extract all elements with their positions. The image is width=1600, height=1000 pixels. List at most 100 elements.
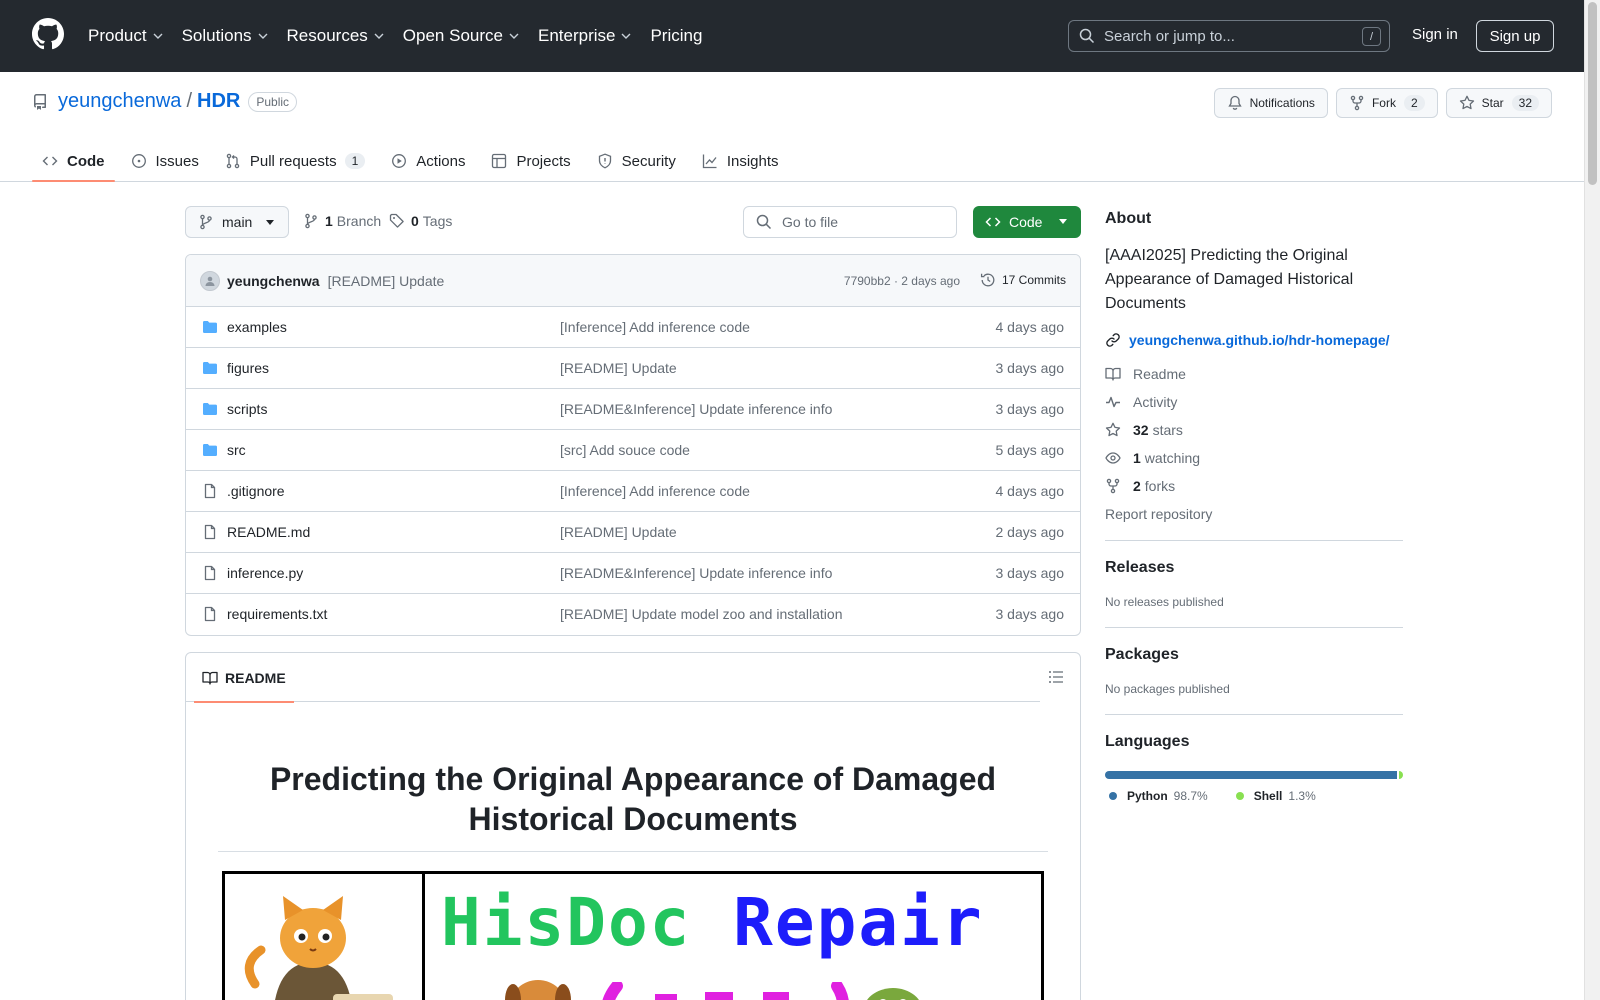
visibility-badge: Public — [248, 91, 298, 112]
file-type-icon — [202, 606, 218, 622]
book-icon — [202, 671, 218, 685]
packages-empty-text: No packages published — [1105, 682, 1230, 696]
nav-open-source[interactable]: Open Source — [403, 26, 520, 46]
file-row[interactable]: scripts [README&Inference] Update inferen… — [186, 389, 1080, 430]
branch-selector[interactable]: main — [185, 206, 289, 238]
language-python[interactable]: Python 98.7% — [1105, 789, 1208, 803]
file-name[interactable]: inference.py — [227, 565, 303, 581]
page-scrollbar[interactable] — [1584, 0, 1600, 1000]
fork-label: Fork — [1371, 96, 1396, 110]
nav-label: Pricing — [650, 26, 703, 45]
file-commit-message[interactable]: [README&Inference] Update inference info — [560, 565, 832, 581]
file-row[interactable]: src [src] Add souce code 5 days ago — [186, 430, 1080, 471]
branches-link[interactable]: 1 Branch — [303, 213, 381, 229]
nav-product[interactable]: Product — [88, 26, 164, 46]
code-dropdown-button[interactable]: Code — [973, 206, 1081, 238]
file-row[interactable]: figures [README] Update 3 days ago — [186, 348, 1080, 389]
activity-link[interactable]: Activity — [1105, 394, 1403, 410]
file-commit-date: 5 days ago — [995, 442, 1065, 458]
file-name[interactable]: scripts — [227, 401, 267, 417]
tab-issues[interactable]: Issues — [121, 140, 209, 182]
file-commit-message[interactable]: [Inference] Add inference code — [560, 319, 750, 335]
avatar[interactable] — [200, 270, 220, 291]
nav-resources[interactable]: Resources — [287, 26, 385, 46]
nav-pricing[interactable]: Pricing — [650, 26, 702, 46]
readme-tab[interactable]: README — [194, 653, 294, 703]
file-row[interactable]: .gitignore [Inference] Add inference code… — [186, 471, 1080, 512]
nav-enterprise[interactable]: Enterprise — [538, 26, 632, 46]
tab-projects[interactable]: Projects — [481, 140, 580, 182]
repo-sidebar: About [AAAI2025] Predicting the Original… — [1105, 210, 1403, 803]
repo-owner-link[interactable]: yeungchenwa — [58, 90, 181, 113]
book-icon — [1105, 367, 1121, 381]
scrollbar-thumb[interactable] — [1588, 2, 1597, 185]
commit-hash-date[interactable]: 7790bb2 · 2 days ago — [844, 274, 960, 288]
nav-label: Enterprise — [537, 26, 616, 45]
forks-link[interactable]: 2 forks — [1105, 478, 1403, 494]
tab-pull-requests[interactable]: Pull requests 1 — [215, 140, 375, 182]
file-commit-message[interactable]: [README] Update — [560, 360, 677, 376]
file-type-icon — [202, 360, 218, 376]
star-button[interactable]: Star 32 — [1445, 88, 1552, 118]
file-row[interactable]: requirements.txt [README] Update model zo… — [186, 594, 1080, 635]
sign-in-link[interactable]: Sign in — [1412, 26, 1458, 43]
file-name[interactable]: figures — [227, 360, 269, 376]
watching-link[interactable]: 1 watching — [1105, 450, 1403, 466]
repo-title: yeungchenwa / HDR Public — [32, 90, 298, 113]
file-name[interactable]: requirements.txt — [227, 606, 327, 622]
file-name[interactable]: src — [227, 442, 246, 458]
star-label: Star — [1481, 96, 1504, 110]
repo-icon — [34, 93, 46, 110]
nav-label: Resources — [286, 26, 368, 45]
github-logo-icon[interactable] — [32, 18, 64, 50]
report-repository-link[interactable]: Report repository — [1105, 506, 1403, 522]
tags-link[interactable]: 0 Tags — [389, 213, 452, 229]
banner-title-art: HisDoc Repair — [425, 874, 1041, 1000]
file-commit-message[interactable]: [README&Inference] Update inference info — [560, 401, 832, 417]
file-commit-message[interactable]: [src] Add souce code — [560, 442, 690, 458]
file-name[interactable]: README.md — [227, 524, 310, 540]
repo-tabs: Code Issues Pull requests 1 Actions Proj… — [32, 140, 795, 182]
play-icon — [392, 154, 407, 168]
file-row[interactable]: inference.py [README&Inference] Update in… — [186, 553, 1080, 594]
language-shell[interactable]: Shell 1.3% — [1232, 789, 1316, 803]
sign-up-button[interactable]: Sign up — [1476, 20, 1554, 52]
commit-message[interactable]: [README] Update — [328, 273, 445, 289]
list-toc-icon[interactable] — [1048, 669, 1064, 685]
chevron-down-icon — [258, 33, 268, 39]
search-input[interactable]: Search or jump to... / — [1068, 20, 1390, 52]
banner-title-text: HisDoc Repair — [441, 888, 984, 958]
fork-button[interactable]: Fork 2 — [1335, 88, 1438, 118]
file-commit-message[interactable]: [README] Update model zoo and installati… — [560, 606, 842, 622]
go-to-file-input[interactable]: Go to file — [743, 206, 957, 238]
packages-heading[interactable]: Packages — [1105, 646, 1403, 664]
tab-insights[interactable]: Insights — [692, 140, 789, 182]
file-list: examples [Inference] Add inference code 4 … — [186, 307, 1080, 635]
stars-link[interactable]: 32 stars — [1105, 422, 1403, 438]
homepage-link[interactable]: yeungchenwa.github.io/hdr-homepage/ — [1105, 332, 1403, 348]
languages-list: Python 98.7% Shell 1.3% — [1105, 789, 1403, 803]
readme-title: Predicting the Original Appearance of Da… — [218, 759, 1048, 852]
stars-count: 32 — [1133, 422, 1149, 438]
file-name[interactable]: .gitignore — [227, 483, 285, 499]
cat-illustration — [225, 874, 425, 1000]
readme-tab-label: README — [225, 669, 286, 686]
file-name[interactable]: examples — [227, 319, 287, 335]
file-commit-message[interactable]: [README] Update — [560, 524, 677, 540]
file-row[interactable]: README.md [README] Update 2 days ago — [186, 512, 1080, 553]
commit-author[interactable]: yeungchenwa — [227, 273, 320, 289]
releases-heading[interactable]: Releases — [1105, 559, 1403, 577]
file-commit-message[interactable]: [Inference] Add inference code — [560, 483, 750, 499]
fork-icon — [1106, 478, 1120, 494]
notifications-button[interactable]: Notifications — [1213, 88, 1328, 118]
tag-icon — [389, 213, 404, 228]
star-icon — [1105, 422, 1121, 437]
commits-history-link[interactable]: 17 Commits — [980, 272, 1066, 288]
tab-actions[interactable]: Actions — [381, 140, 475, 182]
tab-code[interactable]: Code — [32, 140, 115, 182]
file-row[interactable]: examples [Inference] Add inference code 4 … — [186, 307, 1080, 348]
repo-name-link[interactable]: HDR — [197, 90, 240, 113]
nav-solutions[interactable]: Solutions — [182, 26, 269, 46]
tab-security[interactable]: Security — [587, 140, 686, 182]
readme-link[interactable]: Readme — [1105, 366, 1403, 382]
